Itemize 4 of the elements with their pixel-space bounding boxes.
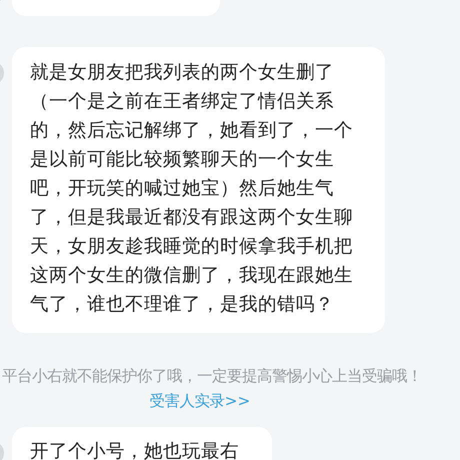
message-text: 开了个小号，她也玩最右: [30, 440, 240, 460]
warning-notice: 平台小右就不能保护你了哦，一定要提高警惕小心上当受骗哦！: [1, 366, 423, 387]
victim-stories-link[interactable]: 受害人实录>>: [150, 391, 250, 412]
message-text: 就是女朋友把我列表的两个女生删了（一个是之前在王者绑定了情侣关系的，然后忘记解绑了，她看到了，一个是以前可能比较频繁聊天的一个女生吧，开玩笑的喊过她宝）然后她生气了，但是我最近都没有跟这两个女生聊天，女朋友趁我睡觉的时候拿我手机把这两个女生的微信删了，我现在跟她生气了，谁也不理谁了，是我的错吗？: [30, 61, 354, 317]
